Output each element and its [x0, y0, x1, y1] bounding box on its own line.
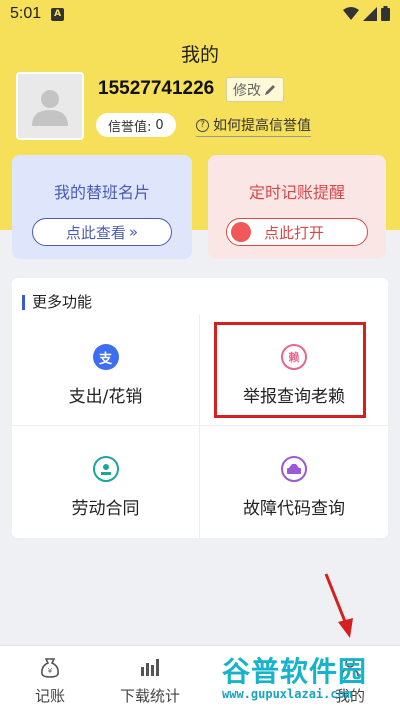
wifi-icon	[343, 6, 359, 20]
fault-code-icon	[281, 456, 307, 482]
annotation-arrow-icon	[324, 573, 353, 638]
reminder-card-title: 定时记账提醒	[248, 183, 345, 202]
expense-item[interactable]: 支 支出/花销	[12, 314, 200, 426]
pencil-icon	[265, 85, 275, 95]
labor-contract-label: 劳动合同	[71, 499, 140, 519]
credit-value: 0	[155, 117, 164, 133]
section-title: 更多功能	[22, 295, 92, 310]
money-bag-icon: ¥	[38, 656, 62, 678]
reminder-toggle-label: 点此打开	[264, 223, 325, 242]
view-card-button[interactable]: 点此查看 »	[32, 218, 172, 246]
substitute-card: 我的替班名片 点此查看 »	[12, 155, 192, 259]
fault-code-item[interactable]: 故障代码查询	[200, 426, 388, 538]
battery-icon	[381, 6, 390, 21]
reminder-card: 定时记账提醒 点此打开	[208, 155, 386, 259]
nav-bookkeeping-label: 记账	[34, 687, 65, 705]
status-time: 5:01	[10, 5, 42, 22]
contract-icon	[92, 456, 119, 482]
fault-code-label: 故障代码查询	[243, 499, 345, 519]
nav-download-stats[interactable]: 下载统计	[100, 646, 200, 711]
nav-bookkeeping[interactable]: ¥ 记账	[0, 646, 100, 711]
labor-contract-item[interactable]: 劳动合同	[12, 426, 200, 538]
status-bar: 5:01 A	[0, 0, 400, 28]
notification-icon: A	[51, 7, 65, 21]
double-chevron-icon: »	[128, 223, 139, 241]
page-title: 我的	[180, 44, 219, 66]
credit-label: 信誉值:	[108, 119, 152, 135]
expense-label: 支出/花销	[68, 387, 143, 407]
view-card-label: 点此查看	[65, 223, 126, 242]
toggle-knob-icon	[231, 222, 251, 242]
credit-help-label: 如何提高信誉值	[213, 118, 311, 134]
user-avatar-icon	[32, 90, 68, 126]
edit-profile-button[interactable]: 修改	[226, 77, 284, 102]
svg-text:¥: ¥	[48, 667, 53, 675]
status-icons	[343, 6, 390, 21]
reminder-toggle-button[interactable]: 点此打开	[226, 218, 368, 246]
nav-download-stats-label: 下载统计	[119, 687, 180, 705]
signal-icon	[363, 6, 377, 21]
expense-icon: 支	[92, 344, 119, 370]
chart-icon	[138, 656, 162, 678]
edit-label: 修改	[233, 82, 261, 99]
credit-badge: 信誉值: 0	[96, 113, 176, 137]
watermark-url: www.gupuxlazai.com	[222, 687, 353, 701]
watermark-main: 谷普软件园	[222, 655, 368, 688]
annotation-highlight-box	[214, 322, 366, 418]
substitute-card-title: 我的替班名片	[53, 183, 150, 202]
avatar[interactable]	[16, 72, 84, 140]
question-icon: ?	[196, 118, 209, 132]
phone-number: 15527741226	[98, 78, 215, 99]
watermark-logo: 谷普软件园 www.gupuxlazai.com	[222, 650, 396, 708]
credit-help-link[interactable]: ? 如何提高信誉值	[196, 115, 311, 137]
